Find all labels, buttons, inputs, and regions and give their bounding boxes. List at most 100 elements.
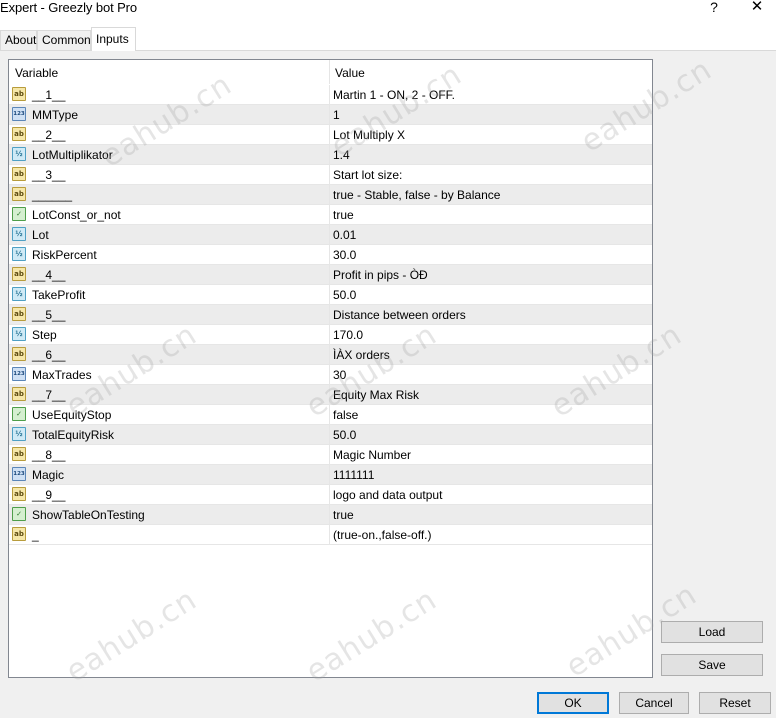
cell-separator: [329, 305, 330, 325]
grid-rows: ab __1__ Martin 1 - ON, 2 - OFF. 123 MMType 1…: [9, 85, 652, 545]
variable-value[interactable]: logo and data output: [333, 485, 442, 505]
table-row[interactable]: ab __4__ Profit in pips - ÒÐ: [9, 265, 652, 285]
table-row[interactable]: ½ LotMultiplikator 1.4: [9, 145, 652, 165]
variable-name: Lot: [32, 228, 49, 242]
variable-value[interactable]: Equity Max Risk: [333, 385, 419, 405]
table-row[interactable]: ½ TakeProfit 50.0: [9, 285, 652, 305]
ok-button[interactable]: OK: [537, 692, 609, 714]
variable-value[interactable]: 50.0: [333, 285, 356, 305]
title-bar: Expert - Greezly bot Pro ? ✕: [0, 0, 776, 24]
table-row[interactable]: ✓ UseEquityStop false: [9, 405, 652, 425]
variable-value[interactable]: false: [333, 405, 358, 425]
table-row[interactable]: ½ Step 170.0: [9, 325, 652, 345]
cell-separator: [329, 365, 330, 385]
cell-separator: [329, 345, 330, 365]
cell-separator: [329, 325, 330, 345]
cell-separator: [329, 225, 330, 245]
reset-button[interactable]: Reset: [699, 692, 771, 714]
tab-inputs[interactable]: Inputs: [91, 27, 136, 51]
table-row[interactable]: 123 MaxTrades 30: [9, 365, 652, 385]
help-button[interactable]: ?: [706, 0, 722, 16]
table-row[interactable]: ab __7__ Equity Max Risk: [9, 385, 652, 405]
variable-value[interactable]: 0.01: [333, 225, 356, 245]
variable-name: __6__: [32, 348, 66, 362]
load-button[interactable]: Load: [661, 621, 763, 643]
cell-separator: [329, 445, 330, 465]
table-row[interactable]: ab __5__ Distance between orders: [9, 305, 652, 325]
cancel-button[interactable]: Cancel: [619, 692, 689, 714]
table-row[interactable]: ab __6__ ÌÀX orders: [9, 345, 652, 365]
integer-type-icon: 123: [12, 367, 26, 381]
column-header-variable[interactable]: Variable: [9, 60, 58, 84]
table-row[interactable]: 123 Magic 1111111: [9, 465, 652, 485]
variable-value[interactable]: 170.0: [333, 325, 363, 345]
column-header-value[interactable]: Value: [329, 60, 365, 84]
variable-name: __5__: [32, 308, 66, 322]
variable-value[interactable]: 50.0: [333, 425, 356, 445]
grid-header: Variable Value: [9, 60, 652, 84]
table-row[interactable]: ½ RiskPercent 30.0: [9, 245, 652, 265]
table-row[interactable]: ab __3__ Start lot size:: [9, 165, 652, 185]
table-row[interactable]: ab __1__ Martin 1 - ON, 2 - OFF.: [9, 85, 652, 105]
window-title: Expert - Greezly bot Pro: [0, 0, 138, 15]
variable-value[interactable]: ÌÀX orders: [333, 345, 390, 365]
variable-name: RiskPercent: [32, 248, 97, 262]
table-row[interactable]: ab __8__ Magic Number: [9, 445, 652, 465]
string-type-icon: ab: [12, 527, 26, 541]
close-button[interactable]: ✕: [748, 0, 766, 16]
table-row[interactable]: ab __9__ logo and data output: [9, 485, 652, 505]
variable-value[interactable]: true - Stable, false - by Balance: [333, 185, 500, 205]
table-row[interactable]: ab ______ true - Stable, false - by Balanc…: [9, 185, 652, 205]
variable-value[interactable]: true: [333, 505, 354, 525]
variable-value[interactable]: 1.4: [333, 145, 350, 165]
variable-value[interactable]: Start lot size:: [333, 165, 402, 185]
variable-value[interactable]: (true-on.,false-off.): [333, 525, 431, 545]
double-type-icon: ½: [12, 287, 26, 301]
table-row[interactable]: ½ TotalEquityRisk 50.0: [9, 425, 652, 445]
cell-separator: [329, 185, 330, 205]
variable-value[interactable]: Profit in pips - ÒÐ: [333, 265, 428, 285]
variable-name: UseEquityStop: [32, 408, 112, 422]
cell-separator: [329, 465, 330, 485]
string-type-icon: ab: [12, 447, 26, 461]
table-row[interactable]: 123 MMType 1: [9, 105, 652, 125]
tab-about[interactable]: About: [0, 30, 37, 50]
variable-value[interactable]: 30.0: [333, 245, 356, 265]
tab-common[interactable]: Common: [37, 30, 91, 50]
variable-name: _: [32, 528, 39, 542]
cell-separator: [329, 525, 330, 545]
variable-value[interactable]: Distance between orders: [333, 305, 466, 325]
cell-separator: [329, 165, 330, 185]
string-type-icon: ab: [12, 347, 26, 361]
variable-value[interactable]: Lot Multiply X: [333, 125, 405, 145]
inputs-grid[interactable]: Variable Value ab __1__ Martin 1 - ON, 2 -…: [8, 59, 653, 678]
cell-separator: [329, 405, 330, 425]
double-type-icon: ½: [12, 227, 26, 241]
variable-value[interactable]: Magic Number: [333, 445, 411, 465]
cell-separator: [329, 505, 330, 525]
cell-separator: [329, 245, 330, 265]
variable-name: ShowTableOnTesting: [32, 508, 145, 522]
table-row[interactable]: ✓ LotConst_or_not true: [9, 205, 652, 225]
table-row[interactable]: ✓ ShowTableOnTesting true: [9, 505, 652, 525]
table-row[interactable]: ½ Lot 0.01: [9, 225, 652, 245]
variable-name: __8__: [32, 448, 66, 462]
variable-value[interactable]: 1: [333, 105, 340, 125]
variable-name: LotMultiplikator: [32, 148, 113, 162]
table-row[interactable]: ab __2__ Lot Multiply X: [9, 125, 652, 145]
variable-name: __7__: [32, 388, 66, 402]
cell-separator: [329, 125, 330, 145]
variable-value[interactable]: 30: [333, 365, 346, 385]
variable-value[interactable]: true: [333, 205, 354, 225]
variable-name: __2__: [32, 128, 66, 142]
boolean-type-icon: ✓: [12, 407, 26, 421]
table-row[interactable]: ab _ (true-on.,false-off.): [9, 525, 652, 545]
integer-type-icon: 123: [12, 467, 26, 481]
variable-name: MaxTrades: [32, 368, 92, 382]
variable-name: __1__: [32, 88, 66, 102]
variable-value[interactable]: Martin 1 - ON, 2 - OFF.: [333, 85, 455, 105]
variable-value[interactable]: 1111111: [333, 465, 374, 485]
save-button[interactable]: Save: [661, 654, 763, 676]
variable-name: Step: [32, 328, 57, 342]
cell-separator: [329, 485, 330, 505]
